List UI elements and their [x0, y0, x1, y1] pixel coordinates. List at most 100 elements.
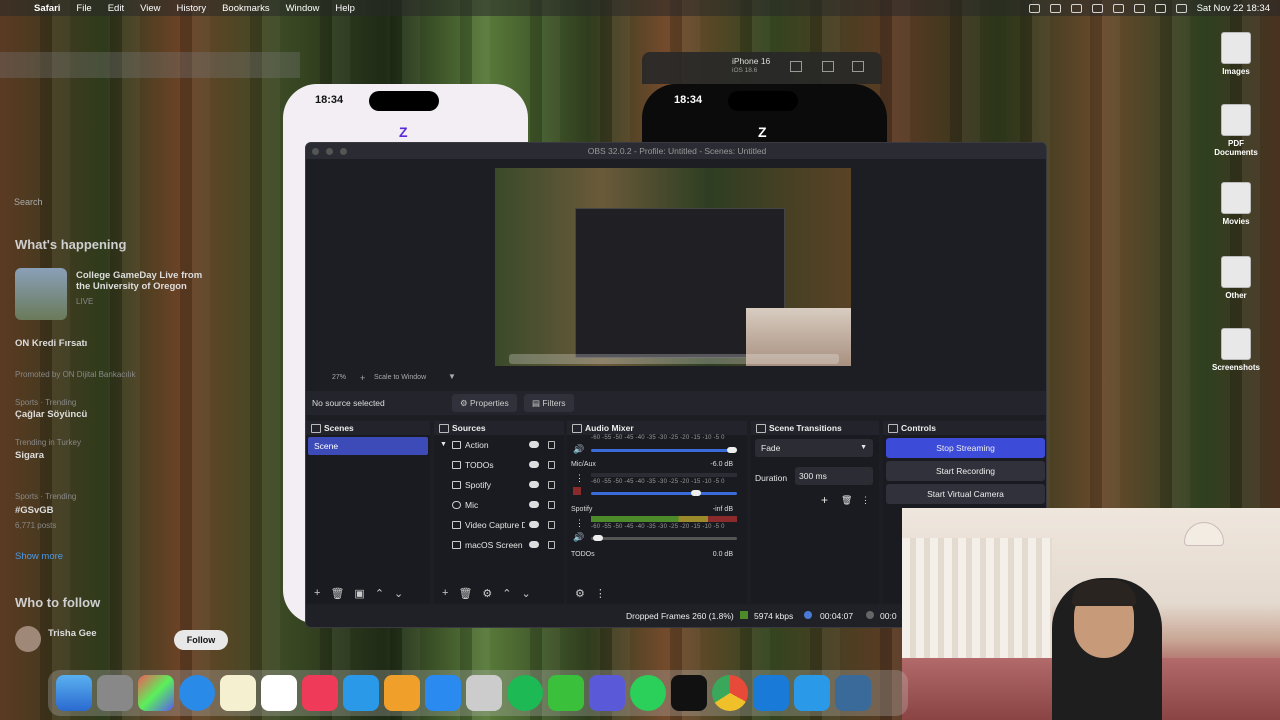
move-down-icon[interactable]: ⌄ [394, 587, 403, 600]
screen-share-icon[interactable] [1049, 3, 1061, 13]
source-item-action[interactable]: ▼ Action [434, 435, 564, 455]
screenshot-icon[interactable] [822, 61, 834, 72]
menu-clock[interactable]: Sat Nov 22 18:34 [1197, 3, 1270, 14]
scene-list-item[interactable]: Scene [308, 437, 428, 455]
stop-streaming-button[interactable]: Stop Streaming [886, 438, 1045, 458]
volume-fader[interactable] [591, 447, 737, 453]
filters-button[interactable]: ▤ Filters [524, 394, 574, 412]
trend-promoted-title[interactable]: ON Kredi Fırsatı [15, 338, 87, 349]
battery-icon[interactable] [1112, 3, 1124, 13]
keynote-icon[interactable] [343, 675, 379, 711]
volume-fader[interactable] [591, 535, 737, 541]
zoom-in-icon[interactable]: + [360, 373, 365, 383]
menu-view[interactable]: View [140, 3, 160, 14]
chrome-icon[interactable] [712, 675, 748, 711]
xcode-icon[interactable] [794, 675, 830, 711]
lock-icon[interactable] [548, 501, 555, 509]
desktop-item-pdf-documents[interactable]: PDF Documents [1206, 104, 1266, 157]
kebab-menu-icon[interactable]: ⋮ [861, 495, 870, 506]
control-center-icon[interactable] [1175, 3, 1187, 13]
avatar[interactable] [15, 626, 41, 652]
apple-menu-icon[interactable] [12, 3, 26, 13]
intellij-icon[interactable] [671, 675, 707, 711]
muted-speaker-icon[interactable] [573, 487, 581, 495]
scale-mode-select[interactable]: Scale to Window [374, 374, 426, 381]
chevron-down-icon[interactable]: ▼ [448, 372, 456, 381]
trend-title[interactable]: Çağlar Söyüncü [15, 409, 87, 420]
source-properties-icon[interactable]: ⚙ [482, 587, 492, 600]
lock-icon[interactable] [548, 441, 555, 449]
visibility-eye-icon[interactable] [529, 461, 539, 468]
freeform-icon[interactable] [261, 675, 297, 711]
spotify-icon[interactable] [507, 675, 543, 711]
desktop-item-other[interactable]: Other [1206, 256, 1266, 300]
home-icon[interactable] [790, 61, 802, 72]
menu-history[interactable]: History [177, 3, 207, 14]
menu-help[interactable]: Help [335, 3, 355, 14]
move-up-icon[interactable]: ⌃ [375, 587, 384, 600]
source-item-screen-capture[interactable]: macOS Screen C [434, 535, 564, 555]
play-icon[interactable] [1091, 3, 1103, 13]
advanced-audio-icon[interactable]: ⚙ [575, 587, 585, 600]
menu-edit[interactable]: Edit [108, 3, 124, 14]
menu-bookmarks[interactable]: Bookmarks [222, 3, 270, 14]
finder-icon[interactable] [56, 675, 92, 711]
trend-thumbnail[interactable] [15, 268, 67, 320]
duration-spinbox[interactable]: 300 ms [795, 467, 873, 485]
kebab-menu-icon[interactable]: ⋮ [575, 473, 584, 484]
vscode-icon[interactable] [753, 675, 789, 711]
bluetooth-icon[interactable] [1070, 3, 1082, 13]
teams-icon[interactable] [589, 675, 625, 711]
scene-filters-icon[interactable]: ▣ [354, 587, 364, 600]
kebab-menu-icon[interactable]: ⋮ [575, 518, 584, 529]
android-icon[interactable] [548, 675, 584, 711]
move-up-icon[interactable]: ⌃ [502, 587, 511, 600]
lock-icon[interactable] [548, 481, 555, 489]
obs-status-icon[interactable] [1028, 3, 1040, 13]
visibility-eye-icon[interactable] [529, 481, 539, 488]
fader-knob[interactable] [691, 490, 701, 496]
close-window-icon[interactable] [312, 148, 319, 155]
fader-knob[interactable] [727, 447, 737, 453]
lock-icon[interactable] [548, 461, 555, 469]
visibility-eye-icon[interactable] [529, 441, 539, 448]
add-source-icon[interactable]: + [442, 587, 448, 599]
expand-chevron-icon[interactable]: ▼ [440, 435, 447, 455]
show-more-link[interactable]: Show more [15, 551, 63, 562]
visibility-eye-icon[interactable] [529, 541, 539, 548]
source-item-mic[interactable]: Mic [434, 495, 564, 515]
simulator-icon[interactable] [466, 675, 502, 711]
trend-title[interactable]: #GSvGB [15, 505, 54, 516]
desktop-item-screenshots[interactable]: Screenshots [1206, 328, 1266, 372]
menu-file[interactable]: File [76, 3, 91, 14]
source-item-spotify[interactable]: Spotify [434, 475, 564, 495]
menu-app-name[interactable]: Safari [34, 3, 60, 14]
desktop-item-images[interactable]: Images [1206, 32, 1266, 76]
remove-scene-icon[interactable]: 🗑 [330, 587, 344, 600]
trend-title[interactable]: College GameDay Live from the University… [76, 270, 216, 292]
music-icon[interactable] [302, 675, 338, 711]
lock-icon[interactable] [548, 521, 555, 529]
x-search-input[interactable]: Search [14, 197, 43, 207]
notes-icon[interactable] [220, 675, 256, 711]
remove-transition-icon[interactable]: 🗑 [841, 495, 852, 506]
add-transition-icon[interactable]: + [821, 493, 828, 507]
move-down-icon[interactable]: ⌄ [522, 587, 531, 600]
kebab-menu-icon[interactable]: ⋮ [595, 587, 606, 600]
postgresql-icon[interactable] [835, 675, 871, 711]
rotate-icon[interactable] [852, 61, 864, 72]
menu-window[interactable]: Window [286, 3, 320, 14]
speaker-icon[interactable]: 🔊 [573, 532, 584, 543]
app-store-icon[interactable] [425, 675, 461, 711]
source-item-video-capture[interactable]: Video Capture D [434, 515, 564, 535]
system-settings-icon[interactable] [97, 675, 133, 711]
wifi-icon[interactable] [1133, 3, 1145, 13]
lock-icon[interactable] [548, 541, 555, 549]
zoom-window-icon[interactable] [340, 148, 347, 155]
desktop-item-movies[interactable]: Movies [1206, 182, 1266, 226]
follow-suggestion-name[interactable]: Trisha Gee [48, 628, 97, 639]
remove-source-icon[interactable]: 🗑 [458, 587, 472, 600]
start-recording-button[interactable]: Start Recording [886, 461, 1045, 481]
transition-select[interactable]: Fade ▼ [755, 439, 873, 457]
zoom-level[interactable]: 27% [332, 374, 346, 381]
